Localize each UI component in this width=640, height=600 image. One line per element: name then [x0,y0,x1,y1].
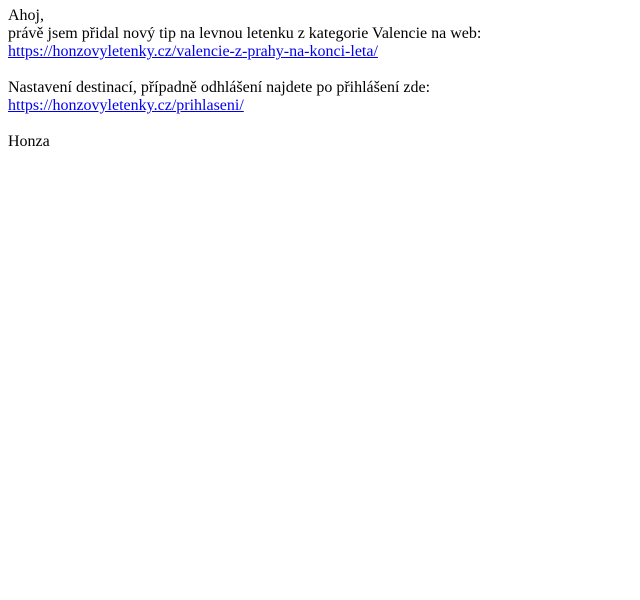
greeting-text: Ahoj, [8,7,44,24]
intro-text: právě jsem přidal nový tip na levnou let… [8,25,482,42]
login-link[interactable]: https://honzovyletenky.cz/prihlaseni/ [8,97,628,115]
signature-text: Honza [8,133,50,150]
tip-link[interactable]: https://honzovyletenky.cz/valencie-z-pra… [8,43,628,61]
settings-text: Nastavení destinací, případně odhlášení … [8,79,431,96]
email-body: Ahoj, právě jsem přidal nový tip na levn… [8,7,628,151]
